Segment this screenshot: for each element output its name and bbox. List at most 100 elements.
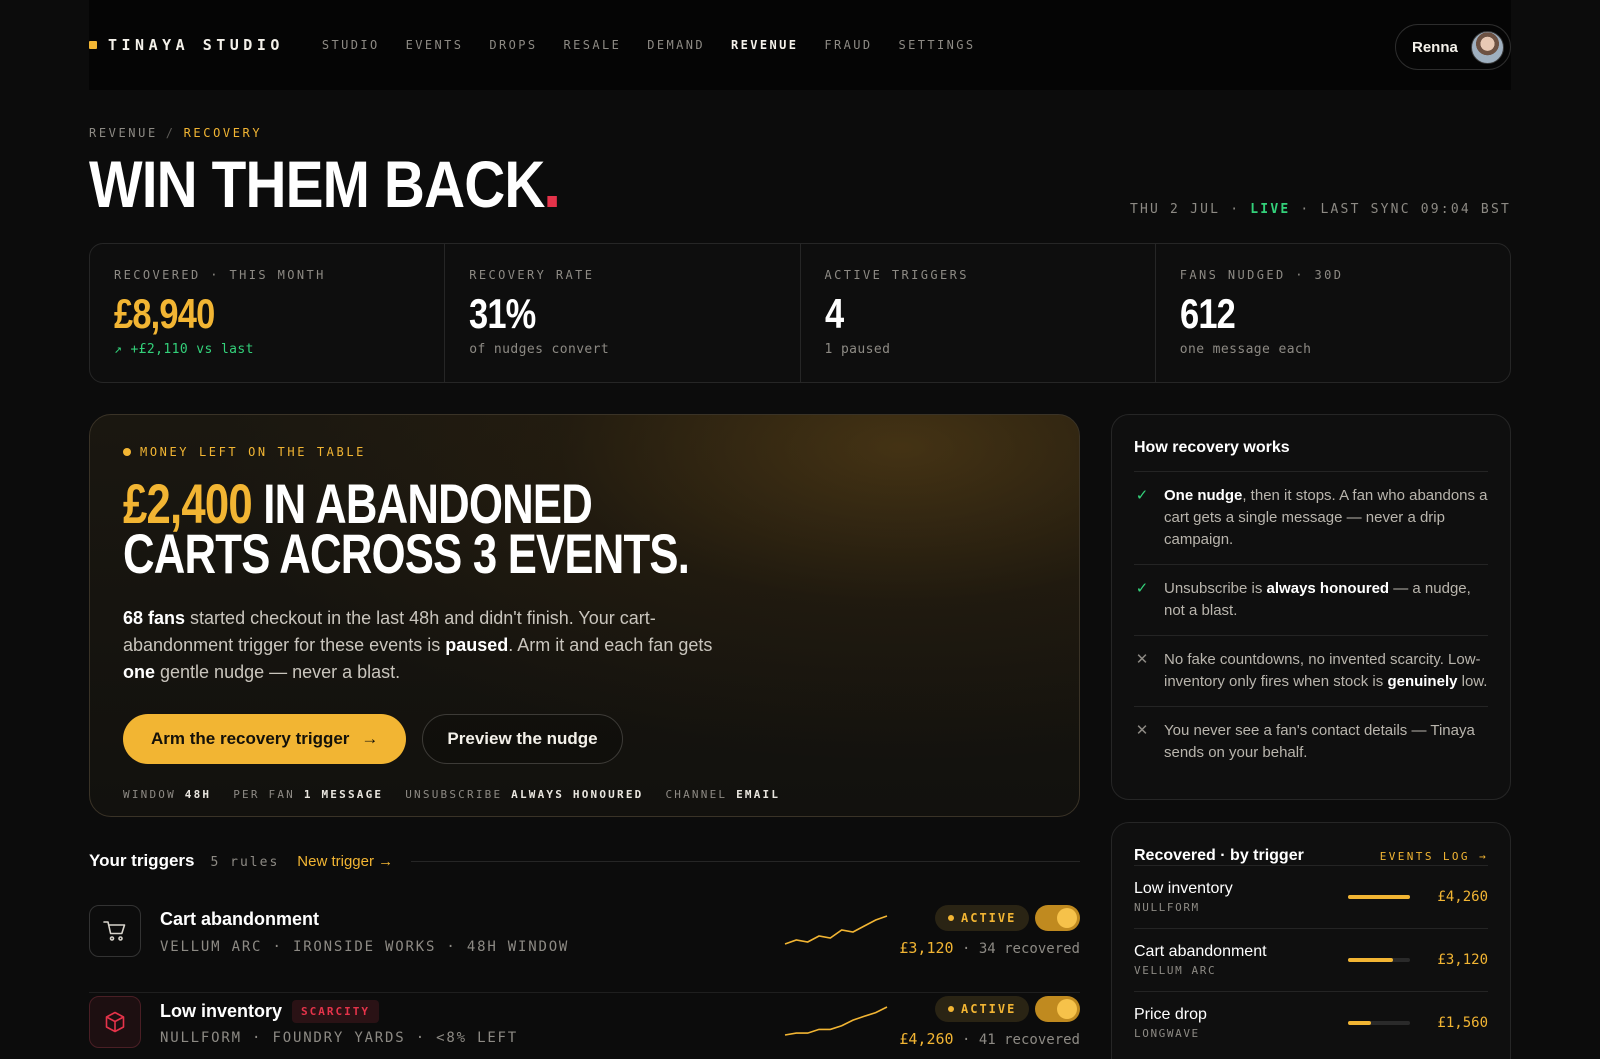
brand[interactable]: TINAYA STUDIO (89, 36, 284, 54)
how-item-pre: Unsubscribe is (1164, 580, 1267, 597)
how-item-text: Unsubscribe is always honoured — a nudge… (1164, 578, 1488, 622)
stats-strip: RECOVERED · THIS MONTH £8,940 ↗ +£2,110 … (89, 243, 1511, 383)
trigger-sub: NULLFORM · FOUNDRY YARDS · <8% LEFT (160, 1030, 519, 1046)
trigger-toggle[interactable] (1035, 996, 1080, 1022)
status-badge: ACTIVE (935, 996, 1030, 1022)
nav-link-fraud[interactable]: FRAUD (824, 38, 872, 52)
trigger-amount-value: £3,120 (899, 939, 954, 957)
panel-title: How recovery works (1134, 439, 1290, 456)
stat-sub: 1 paused (824, 342, 891, 357)
events-log-link[interactable]: EVENTS LOG → (1380, 850, 1488, 863)
sparkline-path (784, 1006, 888, 1036)
recovered-row[interactable]: Low inventory NULLFORM £4,260 (1134, 865, 1488, 928)
new-trigger-link[interactable]: New trigger → (297, 853, 393, 870)
triggers-header: Your triggers 5 rules New trigger → (89, 851, 1080, 871)
breadcrumb-revenue[interactable]: REVENUE (89, 126, 158, 140)
recovered-row[interactable]: Price drop LONGWAVE £1,560 (1134, 991, 1488, 1054)
nav-link-revenue[interactable]: REVENUE (731, 38, 798, 52)
recovered-by-trigger-panel: Recovered · by trigger EVENTS LOG → Low … (1111, 822, 1511, 1059)
status-dot-icon (948, 915, 954, 921)
check-icon: ✓ (1135, 487, 1149, 504)
recovered-bar-fill (1348, 1021, 1371, 1025)
hero-meta: WINDOW 48H PER FAN 1 MESSAGE UNSUBSCRIBE… (123, 788, 1046, 801)
preview-button-label: Preview the nudge (447, 729, 598, 748)
nav-link-settings[interactable]: SETTINGS (899, 38, 976, 52)
meta-value: 1 MESSAGE (303, 788, 384, 801)
panel-header: Recovered · by trigger EVENTS LOG → (1134, 847, 1488, 865)
trigger-recovered-count: · 34 recovered (961, 941, 1080, 957)
nav-link-studio[interactable]: STUDIO (322, 38, 380, 52)
hero-fans: 68 fans (123, 608, 186, 628)
hero-tag: MONEY LEFT ON THE TABLE (123, 445, 1046, 459)
status-badge-text: ACTIVE (961, 1002, 1017, 1016)
sync-separator: · (1230, 202, 1241, 217)
stat-active-triggers: ACTIVE TRIGGERS 4 1 paused (801, 244, 1156, 382)
top-nav: TINAYA STUDIO STUDIO EVENTS DROPS RESALE… (89, 0, 1511, 90)
recovered-bar-fill (1348, 895, 1410, 899)
trigger-amount: £3,120 · 34 recovered (899, 939, 1080, 957)
avatar (1471, 31, 1504, 64)
toggle-knob (1057, 908, 1077, 928)
hero-body-text: gentle nudge — never a blast. (155, 662, 401, 682)
hero-actions: Arm the recovery trigger → Preview the n… (123, 714, 1046, 764)
stat-recovery-rate: RECOVERY RATE 31% of nudges convert (445, 244, 801, 382)
trigger-row-cart-abandonment[interactable]: Cart abandonment VELLUM ARC · IRONSIDE W… (89, 905, 1080, 993)
meta-unsubscribe: UNSUBSCRIBE ALWAYS HONOURED (405, 788, 643, 801)
meta-value: 48H (184, 788, 212, 801)
nav-link-resale[interactable]: RESALE (564, 38, 622, 52)
how-item-text: You never see a fan's contact details — … (1164, 720, 1488, 764)
stat-value: 31% (469, 290, 536, 337)
page-title-text: WIN THEM BACK (89, 147, 545, 221)
cross-icon: ✕ (1135, 722, 1149, 739)
hero-one: one (123, 662, 156, 682)
nav-link-events[interactable]: EVENTS (406, 38, 464, 52)
nav-link-drops[interactable]: DROPS (489, 38, 537, 52)
list-item: ✓ Unsubscribe is always honoured — a nud… (1134, 564, 1488, 635)
trigger-name-text: Cart abandonment (160, 909, 320, 929)
recovered-row-sub: VELLUM ARC (1134, 964, 1217, 977)
check-icon: ✓ (1135, 580, 1149, 597)
stat-sub: ↗ +£2,110 vs last (114, 342, 254, 357)
stat-label: RECOVERY RATE (469, 268, 595, 282)
hero-body: 68 fans started checkout in the last 48h… (123, 605, 723, 686)
meta-value: ALWAYS HONOURED (511, 788, 644, 801)
stat-recovered: RECOVERED · THIS MONTH £8,940 ↗ +£2,110 … (90, 244, 446, 382)
meta-key: CHANNEL (665, 788, 728, 801)
user-menu-button[interactable]: Renna (1395, 24, 1511, 70)
how-item-bold: always honoured (1266, 580, 1390, 597)
list-item: ✓ One nudge, then it stops. A fan who ab… (1134, 471, 1488, 564)
recovered-row-amount: £4,260 (1437, 889, 1488, 905)
hero-headline: £2,400 IN ABANDONED CARTS ACROSS 3 EVENT… (123, 476, 843, 582)
recovered-row-name: Low inventory (1134, 880, 1233, 897)
arm-button-label: Arm the recovery trigger (151, 729, 350, 748)
how-item-bold: genuinely (1387, 673, 1458, 690)
how-item-text: No fake countdowns, no invented scarcity… (1164, 649, 1488, 693)
meta-channel: CHANNEL EMAIL (665, 788, 780, 801)
trigger-row-low-inventory[interactable]: Low inventory SCARCITY NULLFORM · FOUNDRY… (89, 996, 1080, 1059)
stat-label: RECOVERED · THIS MONTH (114, 268, 326, 282)
stat-fans-nudged: FANS NUDGED · 30D 612 one message each (1156, 244, 1510, 382)
stat-value: 612 (1179, 290, 1236, 337)
trigger-sparkline (784, 915, 888, 945)
recovered-bar (1348, 958, 1410, 962)
arm-recovery-trigger-button[interactable]: Arm the recovery trigger → (123, 714, 407, 764)
meta-key: PER FAN (233, 788, 295, 801)
cart-icon (89, 905, 141, 957)
recovered-row[interactable]: Cart abandonment VELLUM ARC £3,120 (1134, 928, 1488, 991)
how-recovery-works-panel: How recovery works ✓ One nudge, then it … (1111, 414, 1511, 800)
hero-headline-2: CARTS ACROSS 3 EVENTS. (123, 522, 690, 585)
cross-icon: ✕ (1135, 651, 1149, 668)
live-indicator: LIVE (1250, 202, 1291, 217)
hero-body-text: . Arm it and each fan gets (508, 635, 713, 655)
recovered-row-sub: NULLFORM (1134, 901, 1200, 914)
preview-nudge-button[interactable]: Preview the nudge (422, 714, 623, 764)
stat-value: £8,940 (114, 290, 215, 337)
nav-link-demand[interactable]: DEMAND (647, 38, 705, 52)
trigger-toggle[interactable] (1035, 905, 1080, 931)
toggle-knob (1057, 999, 1077, 1019)
user-name: Renna (1412, 38, 1458, 56)
arrow-right-icon: → (361, 729, 379, 748)
recovered-row-info: Low inventory NULLFORM (1134, 880, 1348, 914)
stat-value: 4 (824, 290, 844, 337)
box-icon (89, 996, 141, 1048)
